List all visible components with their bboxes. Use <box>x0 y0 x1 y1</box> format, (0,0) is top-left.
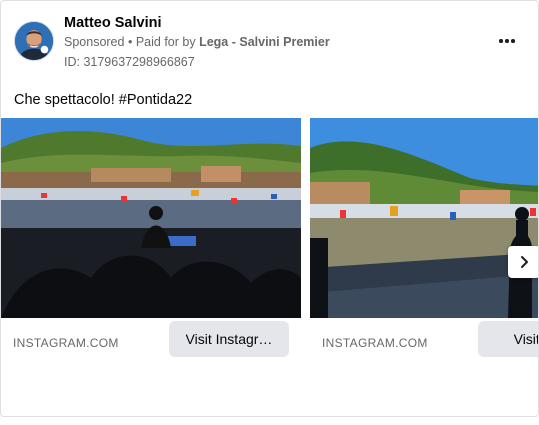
more-horizontal-icon <box>498 39 516 43</box>
paid-by-link[interactable]: Lega - Salvini Premier <box>199 35 330 49</box>
carousel-image[interactable] <box>1 118 301 318</box>
ad-id: ID: 3179637298966867 <box>64 55 195 69</box>
carousel-image[interactable] <box>310 118 538 318</box>
post-text: Che spettacolo! #Pontida22 <box>14 92 193 108</box>
carousel-card[interactable]: INSTAGRAM.COM Visit Instagr… <box>1 118 301 358</box>
carousel: INSTAGRAM.COM Visit Instagr… INSTAGRAM.C… <box>1 118 539 358</box>
separator: • <box>127 35 133 49</box>
carousel-next-button[interactable] <box>508 246 538 278</box>
cta-label: Visit Instagr… <box>185 331 273 347</box>
sponsored-label: Sponsored <box>64 35 125 49</box>
sponsored-line: Sponsored • Paid for by Lega - Salvini P… <box>64 35 330 49</box>
carousel-domain: INSTAGRAM.COM <box>322 336 428 350</box>
more-options-button[interactable] <box>493 29 521 53</box>
visit-instagram-button[interactable]: Visit Ins <box>478 321 539 357</box>
carousel-domain: INSTAGRAM.COM <box>13 336 119 350</box>
carousel-card[interactable]: INSTAGRAM.COM Visit Ins <box>310 118 539 358</box>
paid-for-label: Paid for by <box>135 35 196 49</box>
author-name[interactable]: Matteo Salvini <box>64 15 162 31</box>
chevron-right-icon <box>521 256 528 268</box>
ad-card: Matteo Salvini Sponsored • Paid for by L… <box>0 0 539 417</box>
cta-label: Visit Ins <box>513 331 539 347</box>
avatar[interactable] <box>14 21 54 61</box>
visit-instagram-button[interactable]: Visit Instagr… <box>169 321 289 357</box>
